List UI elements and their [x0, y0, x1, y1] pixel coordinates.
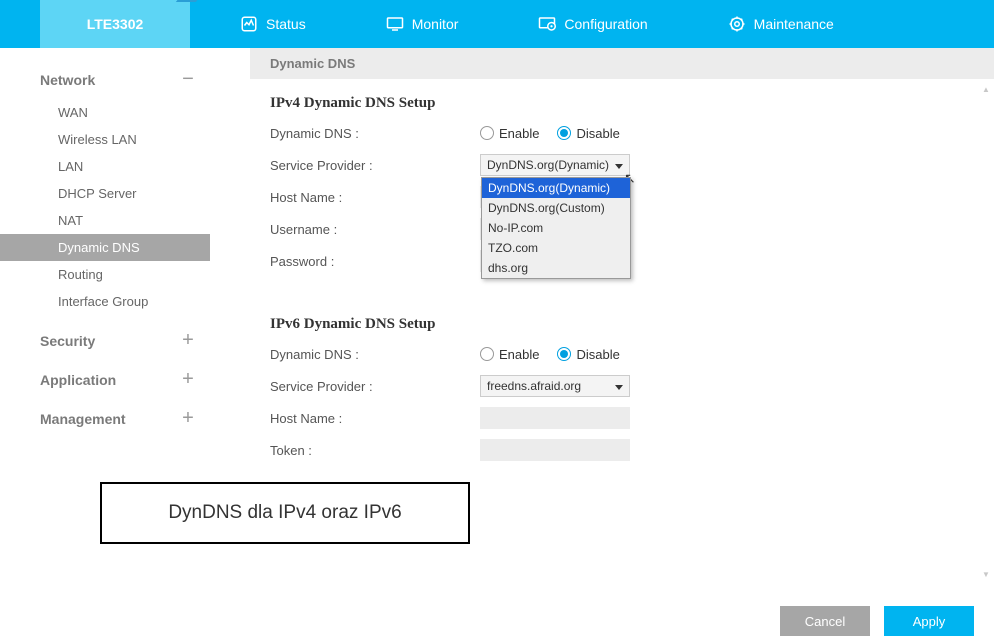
- sidebar-section-network[interactable]: Network −: [40, 60, 210, 99]
- ipv4-hostname-label: Host Name :: [270, 190, 480, 205]
- sidebar-section-security[interactable]: Security +: [40, 321, 210, 360]
- ipv6-disable-radio[interactable]: Disable: [557, 347, 619, 362]
- ipv6-enable-radio[interactable]: Enable: [480, 347, 539, 362]
- dropdown-option[interactable]: DynDNS.org(Custom): [482, 198, 630, 218]
- chevron-down-icon: [615, 158, 623, 172]
- dropdown-option[interactable]: DynDNS.org(Dynamic): [482, 178, 630, 198]
- sidebar-item-dynamic-dns[interactable]: Dynamic DNS: [0, 234, 210, 261]
- status-icon: [240, 15, 258, 33]
- maintenance-icon: [728, 15, 746, 33]
- ipv4-ddns-label: Dynamic DNS :: [270, 126, 480, 141]
- monitor-icon: [386, 15, 404, 33]
- sidebar-item-interface-group[interactable]: Interface Group: [40, 288, 210, 315]
- ipv6-hostname-input[interactable]: [480, 407, 630, 429]
- ipv4-enable-radio[interactable]: Enable: [480, 126, 539, 141]
- nav-monitor[interactable]: Monitor: [386, 15, 459, 33]
- apply-button[interactable]: Apply: [884, 606, 974, 636]
- sidebar-item-wireless-lan[interactable]: Wireless LAN: [40, 126, 210, 153]
- ipv6-hostname-label: Host Name :: [270, 411, 480, 426]
- top-nav: Status Monitor Configuration Maintenance: [190, 0, 994, 48]
- top-bar: LTE3302 Status Monitor Configuration Mai…: [0, 0, 994, 48]
- ipv4-disable-radio[interactable]: Disable: [557, 126, 619, 141]
- ipv6-section-title: IPv6 Dynamic DNS Setup: [270, 316, 954, 333]
- sidebar-item-wan[interactable]: WAN: [40, 99, 210, 126]
- sidebar-section-application[interactable]: Application +: [40, 360, 210, 399]
- sidebar-item-nat[interactable]: NAT: [40, 207, 210, 234]
- device-logo: LTE3302: [40, 0, 190, 48]
- dropdown-option[interactable]: No-IP.com: [482, 218, 630, 238]
- ipv6-token-input[interactable]: [480, 439, 630, 461]
- footer-buttons: Cancel Apply: [780, 606, 974, 636]
- ipv4-provider-select[interactable]: DynDNS.org(Dynamic) ↖ DynDNS.org(Dynamic…: [480, 154, 630, 176]
- dropdown-option[interactable]: TZO.com: [482, 238, 630, 258]
- sidebar-item-routing[interactable]: Routing: [40, 261, 210, 288]
- sidebar-section-management[interactable]: Management +: [40, 399, 210, 438]
- ipv6-provider-select[interactable]: freedns.afraid.org: [480, 375, 630, 397]
- ipv6-provider-label: Service Provider :: [270, 379, 480, 394]
- ipv6-ddns-label: Dynamic DNS :: [270, 347, 480, 362]
- nav-status[interactable]: Status: [240, 15, 306, 33]
- dropdown-option[interactable]: dhs.org: [482, 258, 630, 278]
- sidebar-item-lan[interactable]: LAN: [40, 153, 210, 180]
- scrollbar[interactable]: [982, 87, 990, 577]
- nav-maintenance[interactable]: Maintenance: [728, 15, 834, 33]
- breadcrumb: Dynamic DNS: [250, 48, 994, 79]
- expand-icon: +: [178, 407, 198, 430]
- sidebar-item-dhcp-server[interactable]: DHCP Server: [40, 180, 210, 207]
- ipv4-provider-label: Service Provider :: [270, 158, 480, 173]
- ipv4-provider-dropdown: DynDNS.org(Dynamic) DynDNS.org(Custom) N…: [481, 177, 631, 279]
- caption-annotation: DynDNS dla IPv4 oraz IPv6: [100, 482, 470, 544]
- ipv4-username-label: Username :: [270, 222, 480, 237]
- ipv4-section-title: IPv4 Dynamic DNS Setup: [270, 95, 954, 112]
- collapse-icon: −: [178, 68, 198, 91]
- ipv6-token-label: Token :: [270, 443, 480, 458]
- expand-icon: +: [178, 329, 198, 352]
- config-icon: [538, 15, 556, 33]
- nav-configuration[interactable]: Configuration: [538, 15, 647, 33]
- expand-icon: +: [178, 368, 198, 391]
- ipv4-password-label: Password :: [270, 254, 480, 269]
- chevron-down-icon: [615, 379, 623, 393]
- cancel-button[interactable]: Cancel: [780, 606, 870, 636]
